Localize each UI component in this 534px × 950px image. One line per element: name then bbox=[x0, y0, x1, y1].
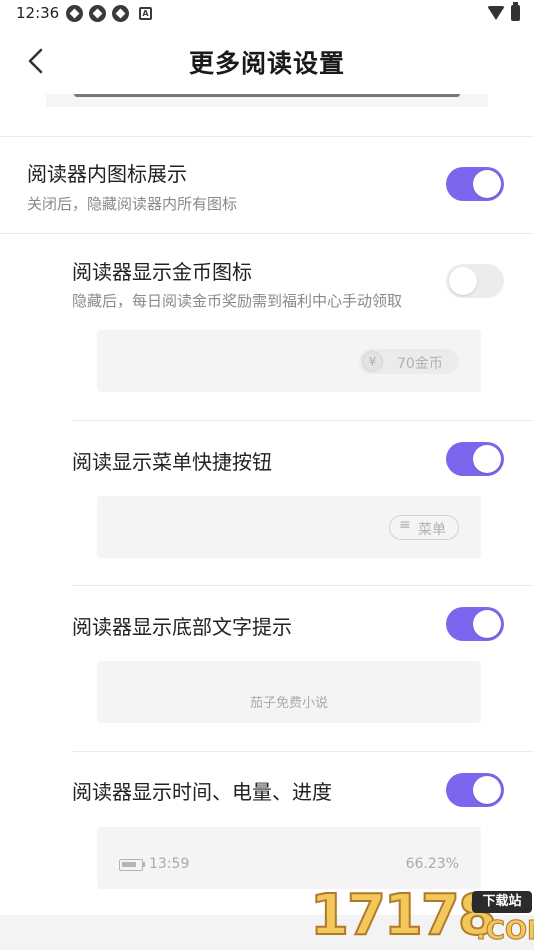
watermark-digits: 17178 bbox=[309, 883, 498, 948]
setting-subtitle: 隐藏后，每日阅读金币奖励需到福利中心手动领取 bbox=[72, 292, 403, 310]
menu-button-preview: ≡ 菜单 bbox=[389, 515, 459, 540]
coin-icon: ¥ bbox=[362, 351, 383, 372]
divider bbox=[0, 136, 534, 137]
divider bbox=[72, 420, 534, 421]
footer-text-toggle[interactable] bbox=[446, 607, 504, 641]
menu-preview-box: ≡ 菜单 bbox=[97, 496, 481, 558]
setting-subtitle: 关闭后，隐藏阅读器内所有图标 bbox=[27, 195, 238, 213]
time-battery-progress-toggle[interactable] bbox=[446, 773, 504, 807]
preview-box-partial bbox=[46, 94, 488, 107]
coin-icon-toggle[interactable] bbox=[446, 264, 504, 298]
footer-preview-box: 茄子免费小说 bbox=[97, 661, 481, 723]
setting-title: 阅读器显示时间、电量、进度 bbox=[72, 780, 332, 804]
reader-icons-toggle[interactable] bbox=[446, 167, 504, 201]
watermark-logo: 17178 下载站 .COM bbox=[309, 883, 534, 950]
status-time: 12:36 bbox=[16, 4, 60, 22]
status-bar: 12:36 A bbox=[0, 0, 534, 28]
status-preview-box: 13:59 66.23% bbox=[97, 827, 481, 889]
app-notification-icon bbox=[66, 5, 83, 22]
coin-preview-box: ¥ 70金币 bbox=[97, 330, 481, 392]
header: 更多阅读设置 bbox=[0, 28, 534, 94]
notification-icons: A bbox=[66, 5, 152, 22]
app-notification-icon bbox=[89, 5, 106, 22]
coin-badge: ¥ 70金币 bbox=[359, 349, 459, 374]
setting-title: 阅读器内图标展示 bbox=[27, 162, 187, 186]
wifi-icon bbox=[487, 6, 505, 20]
menu-button-toggle[interactable] bbox=[446, 442, 504, 476]
setting-title: 阅读器显示底部文字提示 bbox=[72, 615, 292, 639]
menu-icon: ≡ bbox=[399, 517, 411, 533]
time-preview: 13:59 bbox=[149, 856, 190, 872]
divider bbox=[72, 585, 534, 586]
battery-icon bbox=[511, 2, 520, 21]
divider bbox=[72, 751, 534, 752]
watermark-suffix: .COM bbox=[476, 916, 534, 947]
app-notification-icon bbox=[112, 5, 129, 22]
divider bbox=[0, 233, 534, 234]
setting-title: 阅读器显示金币图标 bbox=[72, 260, 252, 284]
battery-icon bbox=[119, 859, 143, 871]
page-title: 更多阅读设置 bbox=[188, 49, 345, 78]
watermark-tag: 下载站 bbox=[472, 891, 532, 913]
progress-preview: 66.23% bbox=[405, 856, 459, 872]
menu-label: 菜单 bbox=[418, 522, 446, 538]
footer-text-preview: 茄子免费小说 bbox=[249, 696, 328, 711]
coin-label: 70金币 bbox=[397, 356, 443, 372]
system-icons bbox=[487, 2, 520, 21]
setting-title: 阅读显示菜单快捷按钮 bbox=[72, 450, 272, 474]
a-notification-icon: A bbox=[139, 7, 152, 20]
